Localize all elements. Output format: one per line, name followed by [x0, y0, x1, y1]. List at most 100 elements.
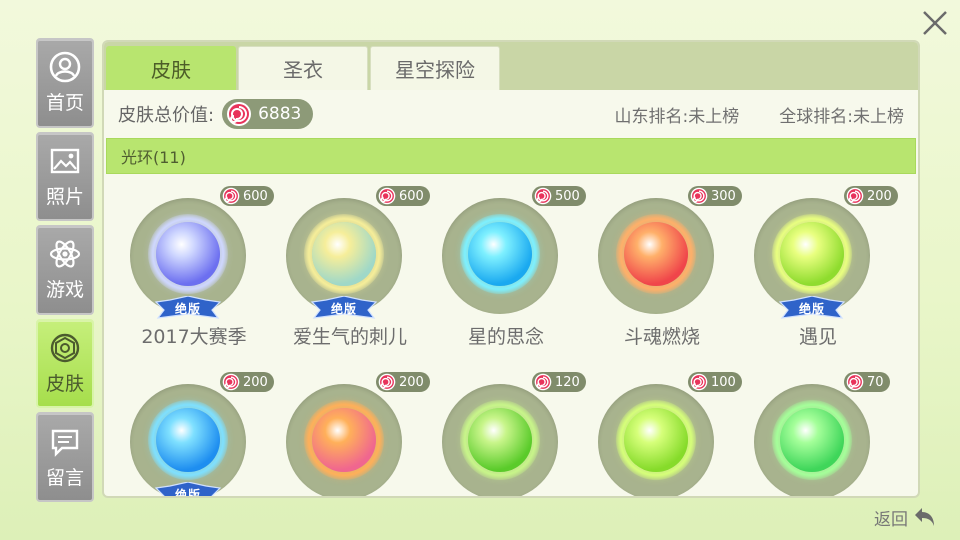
candy-icon [227, 102, 252, 126]
price-value: 500 [555, 188, 580, 204]
back-arrow-icon [915, 508, 934, 526]
nav-item-2[interactable]: 照片 [36, 131, 94, 222]
price-value: 300 [711, 188, 736, 204]
candy-icon [846, 373, 864, 391]
message-icon [48, 425, 82, 459]
limited-badge: 绝版 [776, 296, 848, 320]
nav-item-label: 游戏 [45, 279, 84, 302]
price-badge: 600 [220, 186, 274, 206]
skin-item[interactable]: 120 [428, 372, 586, 496]
close-icon [923, 11, 947, 35]
limited-badge: 绝版 [308, 296, 380, 320]
halo-orb [624, 222, 688, 286]
price-badge: 120 [532, 372, 586, 392]
price-badge: 200 [220, 372, 274, 392]
nav-item-1[interactable]: 首页 [36, 38, 94, 128]
candy-icon [378, 373, 396, 391]
skin-item[interactable]: 600 绝版爱生气的刺儿 [272, 186, 430, 362]
skin-item[interactable]: 200 绝版遇见 [740, 186, 898, 362]
skin-item[interactable]: 100 [584, 372, 742, 496]
close-button[interactable] [920, 8, 950, 38]
item-name: 爱生气的刺儿 [292, 326, 407, 348]
halo-orb [780, 222, 844, 286]
halo-preview [442, 198, 558, 314]
price-value: 200 [243, 374, 268, 390]
candy-icon [378, 187, 396, 205]
price-badge: 200 [844, 186, 898, 206]
nav-item-label: 皮肤 [45, 373, 84, 396]
total-value: 6883 [258, 104, 302, 124]
limited-badge: 绝版 [152, 296, 224, 320]
item-name: 2017大赛季 [141, 326, 247, 348]
tab-bar: 皮肤 圣衣 星空探险 [104, 42, 918, 90]
atom-icon [48, 237, 82, 271]
item-name: 遇见 [798, 326, 837, 348]
candy-icon [534, 373, 552, 391]
halo-preview [130, 384, 246, 496]
price-value: 100 [711, 374, 736, 390]
price-value: 70 [867, 374, 884, 390]
halo-preview [442, 384, 558, 496]
price-badge: 600 [376, 186, 430, 206]
skin-item[interactable]: 600 绝版 2017大赛季 [116, 186, 274, 362]
halo-preview [598, 198, 714, 314]
halo-preview [598, 384, 714, 496]
nav-item-label: 首页 [45, 92, 84, 115]
price-value: 600 [399, 188, 424, 204]
halo-orb [468, 408, 532, 472]
skin-item[interactable]: 200 绝版 [116, 372, 274, 498]
item-name: 星的思念 [467, 326, 544, 348]
price-badge: 200 [376, 372, 430, 392]
limited-label: 绝版 [798, 301, 825, 316]
halo-orb [468, 222, 532, 286]
skin-grid: 600 绝版 2017大赛季 600 绝版 爱生气的刺儿 500 星的思念 300 斗魂燃烧 200… [104, 174, 918, 498]
skin-item[interactable]: 500 星的思念 [428, 186, 586, 362]
nav-item-3[interactable]: 游戏 [36, 225, 94, 315]
section-label: 光环(11) [121, 148, 186, 167]
nav-item-label: 照片 [45, 185, 84, 208]
nav-item-5[interactable]: 留言 [36, 412, 94, 502]
section-header: 光环(11) [106, 138, 916, 174]
limited-label: 绝版 [174, 301, 201, 316]
skin-icon [48, 331, 82, 365]
back-label: 返回 [874, 509, 908, 530]
tab-3[interactable]: 星空探险 [370, 46, 500, 90]
price-value: 200 [399, 374, 424, 390]
price-value: 600 [243, 188, 268, 204]
limited-label: 绝版 [330, 301, 357, 316]
limited-badge: 绝版 [152, 482, 224, 498]
skin-item[interactable]: 200 [272, 372, 430, 496]
price-value: 120 [555, 374, 580, 390]
tab-1[interactable]: 皮肤 [106, 46, 236, 90]
halo-orb [312, 222, 376, 286]
price-badge: 70 [844, 372, 890, 392]
total-value-pill: 6883 [222, 99, 314, 129]
tab-2[interactable]: 圣衣 [238, 46, 368, 90]
back-button[interactable]: 返回 [874, 504, 938, 530]
summary-row: 皮肤总价值: 6883 山东排名:未上榜 全球排名:未上榜 [104, 90, 918, 138]
limited-label: 绝版 [174, 487, 201, 498]
nav-item-label: 留言 [45, 466, 84, 489]
side-nav: 首页照片游戏皮肤留言 [36, 38, 94, 502]
halo-preview [286, 384, 402, 496]
profile-icon [48, 50, 82, 84]
halo-orb [156, 408, 220, 472]
skin-item[interactable]: 70 [740, 372, 896, 496]
price-badge: 300 [688, 186, 742, 206]
price-badge: 500 [532, 186, 586, 206]
global-rank: 全球排名:未上榜 [779, 106, 904, 127]
candy-icon [690, 373, 708, 391]
total-value-label: 皮肤总价值: [118, 105, 215, 126]
candy-icon [690, 187, 708, 205]
photo-icon [48, 144, 82, 178]
item-name: 斗魂燃烧 [623, 326, 700, 348]
candy-icon [534, 187, 552, 205]
skin-item[interactable]: 300 斗魂燃烧 [584, 186, 742, 362]
main-panel: 皮肤 圣衣 星空探险 皮肤总价值: 6883 山东排名:未上榜 全球排名:未上榜 光… [102, 40, 920, 498]
price-value: 200 [867, 188, 892, 204]
halo-orb [156, 222, 220, 286]
halo-orb [312, 408, 376, 472]
price-badge: 100 [688, 372, 742, 392]
nav-item-4[interactable]: 皮肤 [36, 318, 94, 409]
candy-icon [846, 187, 864, 205]
